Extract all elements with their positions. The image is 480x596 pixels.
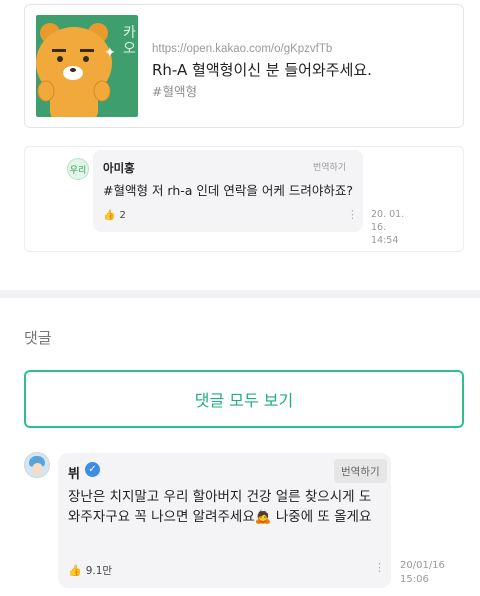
comment-bubble: 뷔 ✓ 번역하기 장난은 치지말고 우리 할아버지 건강 얼른 찾으시게 도와주… — [58, 453, 391, 588]
translate-button[interactable]: 번역하기 — [313, 160, 346, 173]
like-button[interactable]: 👍 9.1만 — [68, 563, 112, 578]
comment-author[interactable]: 아미홍 — [103, 160, 135, 176]
link-preview-card[interactable]: ✦ 카오 https://open.kakao.com/o/gKpzvfTb R… — [24, 4, 464, 128]
avatar[interactable] — [24, 452, 50, 478]
section-divider — [0, 290, 480, 298]
comments-section-title: 댓글 — [24, 329, 52, 347]
timestamp-time: 14:54 — [371, 235, 399, 246]
comment-timestamp: 20. 01. 16. 14:54 — [371, 208, 421, 247]
like-count: 9.1만 — [85, 565, 113, 577]
avatar[interactable]: 우리 — [67, 158, 89, 180]
link-tag[interactable]: #혈액형 — [152, 81, 197, 100]
timestamp-date: 20. 01. 16. — [371, 209, 405, 233]
thumbnail-mark: 카오 — [123, 25, 136, 57]
link-title[interactable]: Rh-A 혈액형이신 분 들어와주세요. — [152, 59, 372, 80]
thumbs-up-icon: 👍 — [68, 564, 82, 577]
more-options-icon[interactable]: ⋮ — [347, 208, 358, 221]
thumbs-up-icon: 👍 — [103, 210, 116, 221]
timestamp-time: 15:06 — [400, 574, 429, 585]
comment-bubble: 아미홍 번역하기 #혈액형 저 rh-a 인데 연락을 어케 드려야하죠? 👍 … — [93, 150, 363, 232]
more-options-icon[interactable]: ⋮ — [374, 561, 385, 574]
like-button[interactable]: 👍 2 — [103, 210, 126, 221]
comment-timestamp: 20/01/16 15:06 — [400, 559, 460, 587]
quoted-comment-card: 우리 아미홍 번역하기 #혈액형 저 rh-a 인데 연락을 어케 드려야하죠?… — [24, 146, 464, 252]
like-count: 2 — [119, 210, 126, 221]
link-thumbnail: ✦ 카오 — [36, 15, 138, 117]
link-url[interactable]: https://open.kakao.com/o/gKpzvfTb — [152, 43, 332, 55]
comment-author[interactable]: 뷔 — [68, 463, 80, 482]
timestamp-date: 20/01/16 — [400, 560, 445, 571]
comment-text: 장난은 치지말고 우리 할아버지 건강 얼른 찾으시게 도와주자구요 꼭 나으면… — [68, 489, 372, 525]
comment-text: #혈액형 저 rh-a 인데 연락을 어케 드려야하죠? — [103, 183, 353, 198]
view-all-comments-button[interactable]: 댓글 모두 보기 — [24, 370, 464, 428]
verified-badge-icon: ✓ — [85, 462, 100, 477]
sparkle-icon: ✦ — [104, 45, 116, 61]
translate-button[interactable]: 번역하기 — [334, 459, 387, 483]
